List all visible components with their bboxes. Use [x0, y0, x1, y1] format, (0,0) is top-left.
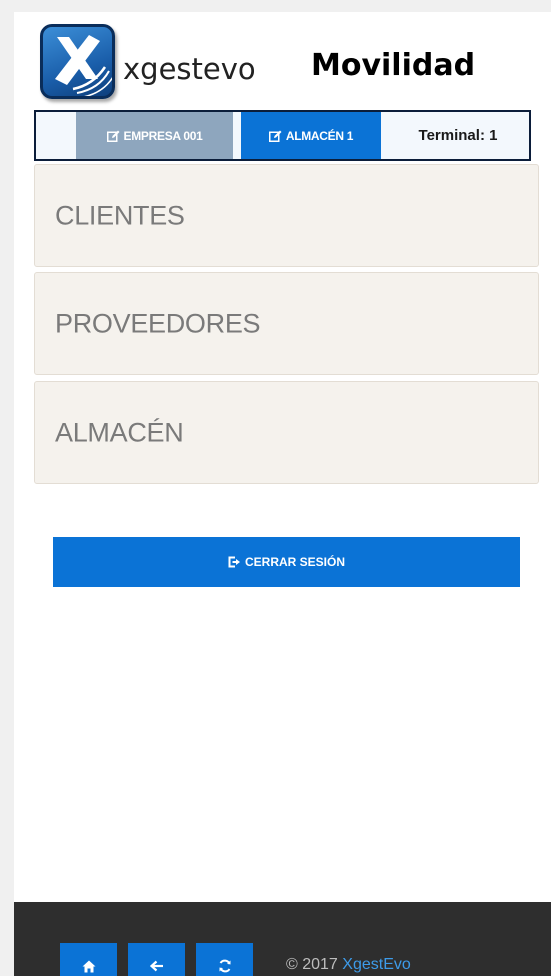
xgestevo-link[interactable]: XgestEvo	[342, 956, 410, 973]
terminal-label: Terminal: 1	[418, 127, 498, 144]
empresa-label: EMPRESA 001	[123, 128, 203, 143]
edit-icon	[268, 130, 282, 142]
refresh-button[interactable]	[196, 943, 253, 976]
almacen-label: ALMACÉN 1	[285, 128, 354, 143]
menu-item-label: PROVEEDORES	[55, 308, 261, 338]
almacen-button[interactable]: ALMACÉN 1	[241, 112, 381, 159]
app-window: xgestevo Movilidad EMPRESA 001 ALMACÉN 1…	[14, 12, 551, 976]
menu-item-label: ALMACÉN	[55, 417, 184, 447]
sign-out-icon	[228, 556, 240, 568]
logout-button[interactable]: CERRAR SESIÓN	[53, 537, 520, 587]
top-bar: EMPRESA 001 ALMACÉN 1 Terminal: 1	[34, 110, 531, 161]
copyright-label: © 2017	[286, 956, 338, 973]
brand-name: xgestevo	[123, 52, 256, 86]
empresa-button[interactable]: EMPRESA 001	[76, 112, 233, 159]
logout-label: CERRAR SESIÓN	[244, 555, 345, 569]
arrow-left-icon	[149, 960, 163, 972]
header: xgestevo Movilidad	[14, 12, 551, 108]
menu-item-almacen[interactable]: ALMACÉN	[34, 381, 539, 484]
menu-item-label: CLIENTES	[55, 200, 185, 230]
xgestevo-logo-icon	[40, 24, 115, 99]
refresh-icon	[219, 959, 230, 973]
menu-item-proveedores[interactable]: PROVEEDORES	[34, 272, 539, 375]
edit-icon	[106, 130, 120, 142]
copyright-text: © 2017 XgestEvo	[286, 956, 411, 974]
menu-item-clientes[interactable]: CLIENTES	[34, 164, 539, 267]
home-button[interactable]	[60, 943, 117, 976]
home-icon	[82, 960, 95, 972]
footer: © 2017 XgestEvo	[14, 902, 551, 976]
page-title: Movilidad	[311, 48, 476, 83]
back-button[interactable]	[128, 943, 185, 976]
